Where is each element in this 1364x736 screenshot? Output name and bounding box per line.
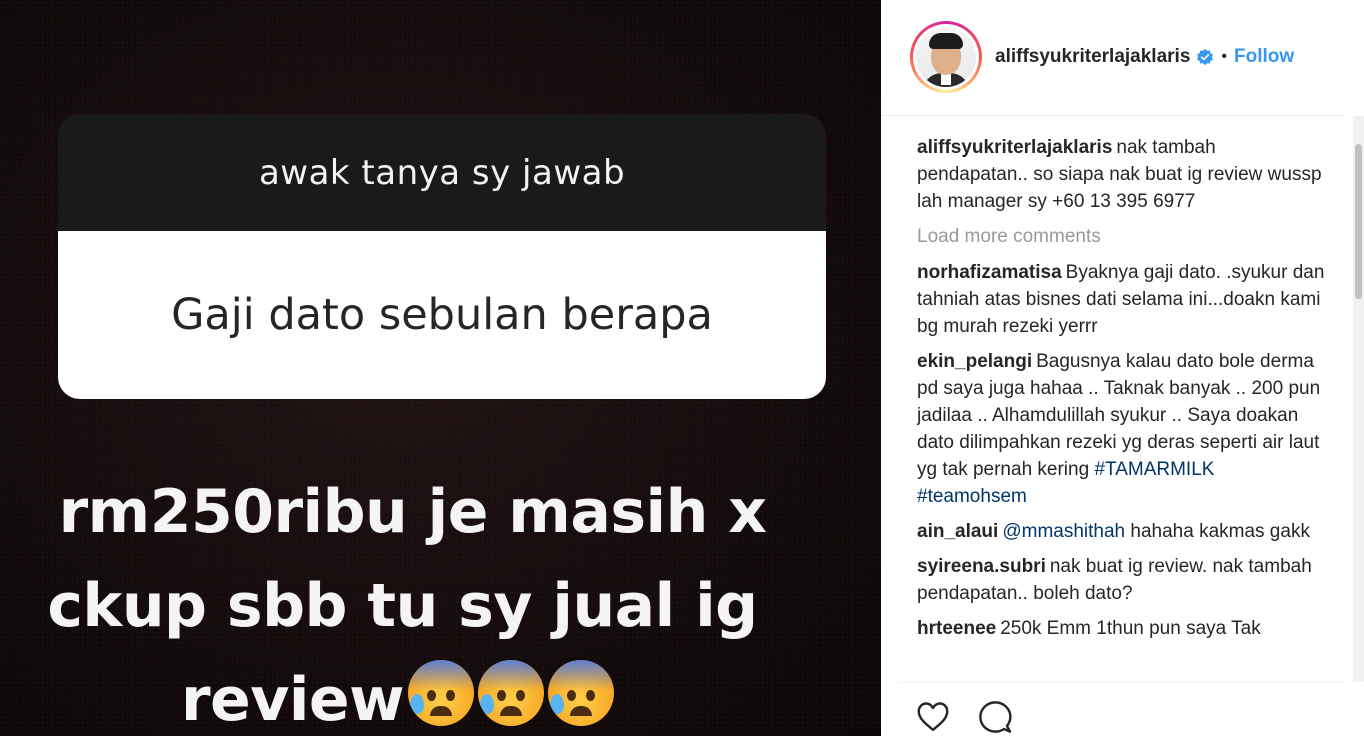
anxious-face-with-sweat-icon	[478, 660, 545, 726]
action-bar	[899, 682, 1346, 736]
anxious-face-with-sweat-icon	[408, 660, 475, 726]
answer-line-2: ckup sbb tu sy jual ig	[47, 571, 758, 641]
comment-item: ekin_pelangi Bagusnya kalau dato bole der…	[917, 348, 1327, 510]
hashtag-link[interactable]: #TAMARMILK	[1094, 459, 1214, 480]
post-media[interactable]: awak tanya sy jawab Gaji dato sebulan be…	[0, 0, 881, 736]
profile-photo	[916, 27, 976, 87]
story-answer-text: rm250ribu je masih x ckup sbb tu sy jual…	[0, 465, 881, 736]
caption-username[interactable]: aliffsyukriterlajaklaris	[917, 137, 1112, 158]
mention-link[interactable]: @mmashithah	[1002, 521, 1125, 542]
question-sticker-text: Gaji dato sebulan berapa	[58, 231, 826, 399]
post-sidebar: aliffsyukriterlajaklaris • Follow aliffs…	[881, 0, 1364, 736]
post-header: aliffsyukriterlajaklaris • Follow	[881, 0, 1346, 116]
heart-icon[interactable]	[915, 699, 951, 735]
comment-username[interactable]: norhafizamatisa	[917, 262, 1062, 283]
anxious-face-with-sweat-icon	[548, 660, 615, 726]
comment-text: hahaha kakmas gakk	[1130, 521, 1310, 542]
header-username[interactable]: aliffsyukriterlajaklaris	[995, 46, 1190, 68]
comment-item: hrteenee 250k Emm 1thun pun saya Tak	[917, 615, 1327, 642]
header-user-row: aliffsyukriterlajaklaris • Follow	[995, 46, 1294, 68]
scrollbar-thumb[interactable]	[1355, 144, 1362, 299]
header-separator: •	[1221, 48, 1227, 65]
comment-username[interactable]: ain_alaui	[917, 521, 998, 542]
comments-list[interactable]: aliffsyukriterlajaklaris nak tambah penda…	[917, 134, 1327, 682]
comment-username[interactable]: syireena.subri	[917, 556, 1046, 577]
comment-text: 250k Emm 1thun pun saya Tak	[1000, 618, 1261, 639]
comment-bubble-icon[interactable]	[977, 699, 1013, 735]
avatar[interactable]	[910, 21, 982, 93]
hashtag-link[interactable]: #teamohsem	[917, 486, 1027, 507]
answer-line-3-text: review	[180, 665, 405, 735]
verified-badge-icon	[1197, 48, 1214, 66]
answer-line-3: review	[14, 653, 821, 736]
answer-line-1: rm250ribu je masih x	[58, 477, 767, 547]
comments-scrollbar[interactable]	[1353, 116, 1364, 682]
follow-button[interactable]: Follow	[1234, 46, 1294, 68]
question-sticker: awak tanya sy jawab Gaji dato sebulan be…	[58, 114, 826, 399]
comment-item: ain_alaui @mmashithah hahaha kakmas gakk	[917, 518, 1327, 545]
comment-username[interactable]: ekin_pelangi	[917, 351, 1032, 372]
comment-item: norhafizamatisa Byaknya gaji dato. .syuku…	[917, 259, 1327, 340]
question-sticker-header: awak tanya sy jawab	[58, 114, 826, 231]
comment-item: syireena.subri nak buat ig review. nak ta…	[917, 553, 1327, 607]
caption: aliffsyukriterlajaklaris nak tambah penda…	[917, 134, 1327, 215]
comment-username[interactable]: hrteenee	[917, 618, 996, 639]
load-more-comments-button[interactable]: Load more comments	[917, 223, 1327, 250]
